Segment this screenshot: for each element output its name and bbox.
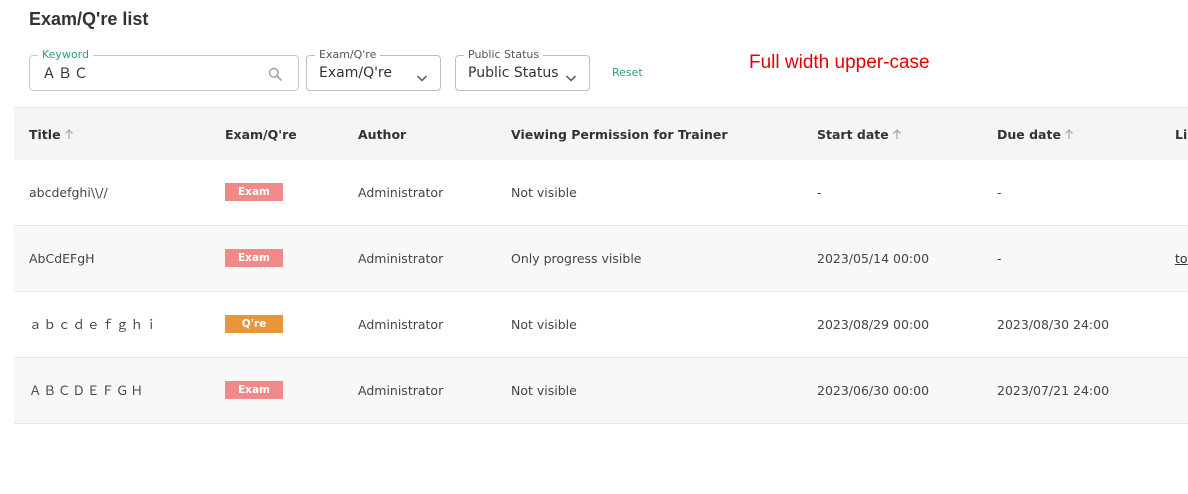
page: Exam/Q're list Keyword Exam/Q're Exam/Q'… [0,0,1188,494]
row-author: Administrator [358,251,444,266]
column-header-start-date[interactable]: Start date [817,108,902,161]
row-permission: Not visible [511,383,577,398]
row-start-date: 2023/05/14 00:00 [817,251,930,266]
row-due-date: 2023/07/21 24:00 [997,383,1110,398]
row-title[interactable]: AbCdEFgH [29,226,95,291]
row-start-date: - [817,185,822,200]
keyword-input[interactable] [42,56,272,90]
table-header: Title Exam/Q're Author Viewing Permissio… [14,107,1188,160]
row-start-date: 2023/06/30 00:00 [817,383,930,398]
sort-arrow-icon[interactable] [1064,109,1074,139]
row-due-date: - [997,251,1002,266]
exam-table: Title Exam/Q're Author Viewing Permissio… [14,107,1188,424]
column-due-label: Due date [997,127,1061,142]
column-header-due-date[interactable]: Due date [997,108,1074,161]
row-due-date: - [997,185,1002,200]
row-author: Administrator [358,185,444,200]
sort-arrow-icon[interactable] [64,109,74,139]
type-badge-exam: Exam [225,381,283,399]
table-row[interactable]: AbCdEFgH Exam Administrator Only progres… [14,226,1188,292]
keyword-field[interactable]: Keyword [29,48,299,91]
column-header-permission: Viewing Permission for Trainer [511,127,728,142]
type-badge-qre: Q're [225,315,283,333]
sort-arrow-icon[interactable] [892,109,902,139]
row-permission: Not visible [511,185,577,200]
column-title-label: Title [29,127,61,142]
row-permission: Only progress visible [511,251,642,266]
row-title[interactable]: ＡＢＣＤＥＦＧＨ [29,358,145,423]
row-link[interactable]: to [1175,226,1188,291]
column-header-link: Li [1175,127,1188,142]
row-permission: Not visible [511,317,577,332]
row-author: Administrator [358,383,444,398]
status-select-value: Public Status [468,65,559,81]
row-title[interactable]: ａｂｃｄｅｆｇｈｉ [29,292,160,357]
type-select-value: Exam/Q're [319,65,392,81]
type-badge-exam: Exam [225,249,283,267]
chevron-down-icon [565,68,577,82]
row-title[interactable]: abcdefghi\\// [29,160,108,225]
column-header-title[interactable]: Title [29,108,74,161]
chevron-down-icon [416,68,428,82]
row-due-date: 2023/08/30 24:00 [997,317,1110,332]
column-header-author: Author [358,127,407,142]
table-row[interactable]: ＡＢＣＤＥＦＧＨ Exam Administrator Not visible … [14,358,1188,424]
reset-button[interactable]: Reset [612,66,643,79]
table-row[interactable]: abcdefghi\\// Exam Administrator Not vis… [14,160,1188,226]
column-header-type: Exam/Q're [225,127,297,142]
annotation-text: Full width upper-case [749,52,930,73]
type-badge-exam: Exam [225,183,283,201]
column-start-label: Start date [817,127,889,142]
status-select[interactable]: Public Status Public Status [455,48,590,91]
table-row[interactable]: ａｂｃｄｅｆｇｈｉ Q're Administrator Not visible… [14,292,1188,358]
type-select[interactable]: Exam/Q're Exam/Q're [306,48,441,91]
row-start-date: 2023/08/29 00:00 [817,317,930,332]
row-author: Administrator [358,317,444,332]
search-icon[interactable] [268,66,282,81]
page-title: Exam/Q're list [29,9,149,29]
